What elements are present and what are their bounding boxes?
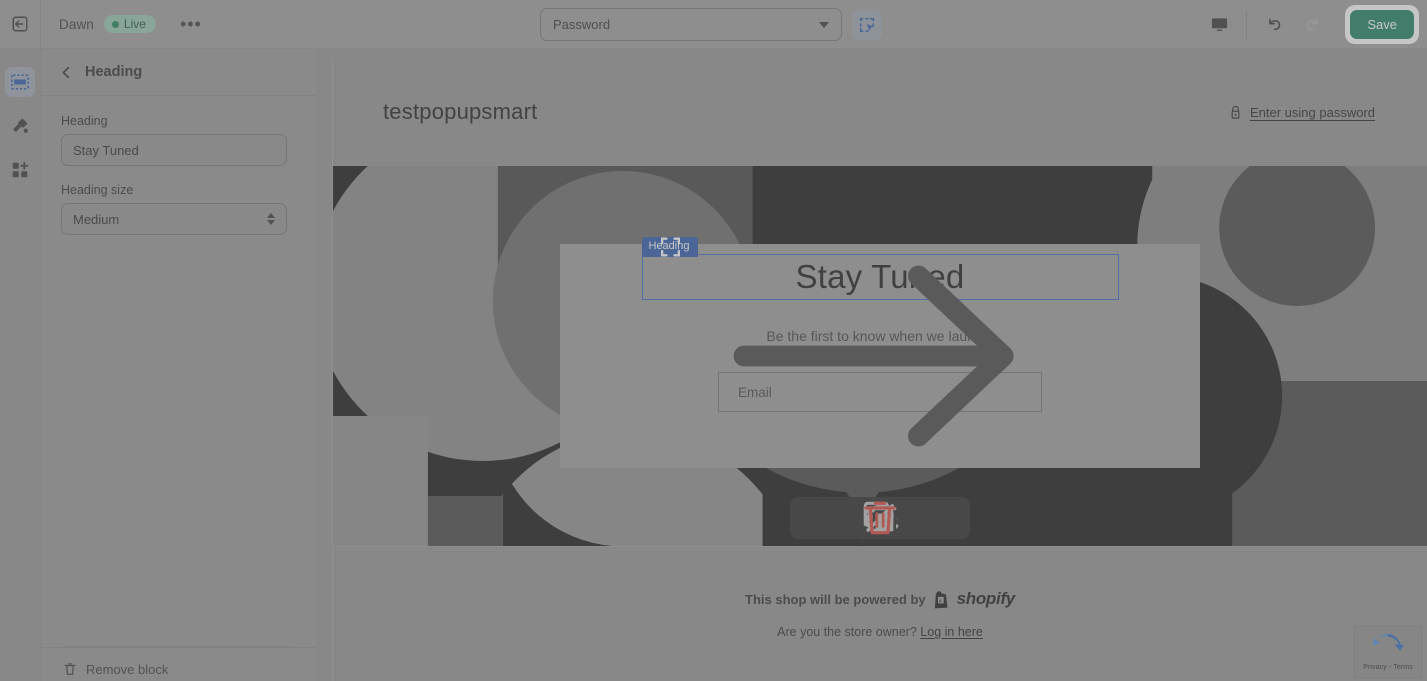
password-hero: Heading Stay Tuned Be the first to know …	[333, 166, 1427, 546]
toolbar-divider	[1246, 10, 1248, 39]
delete-block-button[interactable]	[864, 501, 964, 535]
inspector-select-icon	[859, 17, 875, 32]
lock-icon	[1231, 105, 1240, 119]
desktop-preview-button[interactable]	[1200, 8, 1238, 42]
enter-using-password-link[interactable]: Enter using password	[1229, 105, 1375, 120]
inspector-select-button[interactable]	[852, 9, 882, 40]
exit-editor-button[interactable]	[0, 0, 41, 49]
storefront-footer: This shop will be powered by s shopify A…	[333, 546, 1427, 681]
desktop-preview-icon	[1211, 18, 1227, 31]
shopify-bag-icon: s	[934, 590, 948, 608]
rail-item-apps[interactable]	[5, 155, 35, 185]
apps-icon	[12, 161, 29, 178]
block-handle-icon	[660, 237, 680, 257]
email-signup-field[interactable]: Email	[718, 265, 1042, 447]
save-button[interactable]: Save	[1350, 10, 1414, 39]
store-owner-prefix: Are you the store owner?	[777, 625, 917, 639]
top-bar: Dawn Live ••• Password Save	[0, 0, 1427, 49]
trash-icon	[64, 663, 76, 675]
block-action-toolbar	[790, 497, 970, 539]
chevron-down-icon	[819, 21, 829, 28]
settings-panel-header: Heading	[41, 49, 316, 96]
recaptcha-legal: Privacy - Terms	[1363, 664, 1413, 671]
remove-block-button[interactable]: Remove block	[41, 647, 316, 681]
store-name: testpopupsmart	[383, 99, 538, 124]
recaptcha-separator: -	[1388, 664, 1392, 671]
rail-item-theme-settings[interactable]	[5, 111, 35, 141]
powered-by-line: This shop will be powered by s shopify	[745, 589, 1015, 609]
left-icon-rail	[0, 49, 41, 681]
arrow-right-icon[interactable]	[560, 244, 1200, 468]
undo-button[interactable]	[1255, 8, 1293, 42]
live-dot-icon	[111, 20, 119, 28]
undo-icon	[1268, 18, 1281, 31]
page-selector-value: Password	[553, 17, 611, 32]
heading-size-select[interactable]: Medium	[61, 203, 287, 235]
settings-panel: Heading Heading Heading size Medium Remo…	[41, 49, 317, 681]
enter-using-password-label: Enter using password	[1249, 104, 1375, 120]
password-card: Heading Stay Tuned Be the first to know …	[560, 237, 1200, 468]
recaptcha-terms[interactable]: Terms	[1393, 664, 1413, 671]
save-button-focus-ring: Save	[1345, 5, 1419, 44]
redo-button[interactable]	[1293, 8, 1331, 42]
remove-block-label: Remove block	[86, 661, 169, 677]
heading-input[interactable]	[61, 134, 287, 166]
heading-field-label: Heading	[61, 114, 108, 128]
theme-info: Dawn Live •••	[41, 13, 210, 35]
delete-block-icon	[864, 501, 896, 535]
shopify-wordmark: shopify	[956, 589, 1016, 608]
theme-name: Dawn	[59, 16, 94, 32]
redo-icon	[1306, 18, 1318, 31]
recaptcha-badge[interactable]: Privacy - Terms	[1354, 626, 1422, 678]
live-badge-label: Live	[123, 17, 146, 31]
settings-panel-body: Heading Heading size Medium	[41, 96, 316, 646]
theme-preview: testpopupsmart Enter using password Head…	[332, 58, 1427, 681]
theme-more-actions-button[interactable]: •••	[172, 13, 210, 35]
recaptcha-icon	[1372, 633, 1404, 663]
stepper-icon	[267, 213, 275, 225]
store-owner-line: Are you the store owner? Log in here	[777, 625, 983, 639]
page-selector[interactable]: Password	[540, 8, 842, 41]
rail-item-sections[interactable]	[5, 67, 35, 97]
theme-settings-icon	[13, 118, 28, 133]
editor-root: Dawn Live ••• Password Save Heading Head…	[0, 0, 1427, 681]
page-selector-group: Password	[540, 8, 882, 41]
sections-icon	[11, 74, 29, 90]
recaptcha-privacy[interactable]: Privacy	[1363, 664, 1387, 671]
exit-editor-icon	[12, 16, 28, 32]
selected-block-tag: Heading	[641, 237, 699, 257]
heading-size-value: Medium	[73, 211, 120, 227]
log-in-here-link[interactable]: Log in here	[920, 625, 983, 639]
chevron-left-icon	[62, 66, 70, 78]
live-status-badge: Live	[103, 15, 156, 33]
panel-title: Heading	[85, 64, 143, 80]
powered-by-label: This shop will be powered by	[745, 591, 926, 607]
top-bar-actions: Save	[1200, 0, 1427, 49]
storefront-header: testpopupsmart Enter using password	[333, 58, 1427, 166]
heading-size-field-label: Heading size	[61, 183, 134, 197]
svg-text:s: s	[938, 597, 942, 604]
panel-back-button[interactable]	[60, 66, 73, 79]
